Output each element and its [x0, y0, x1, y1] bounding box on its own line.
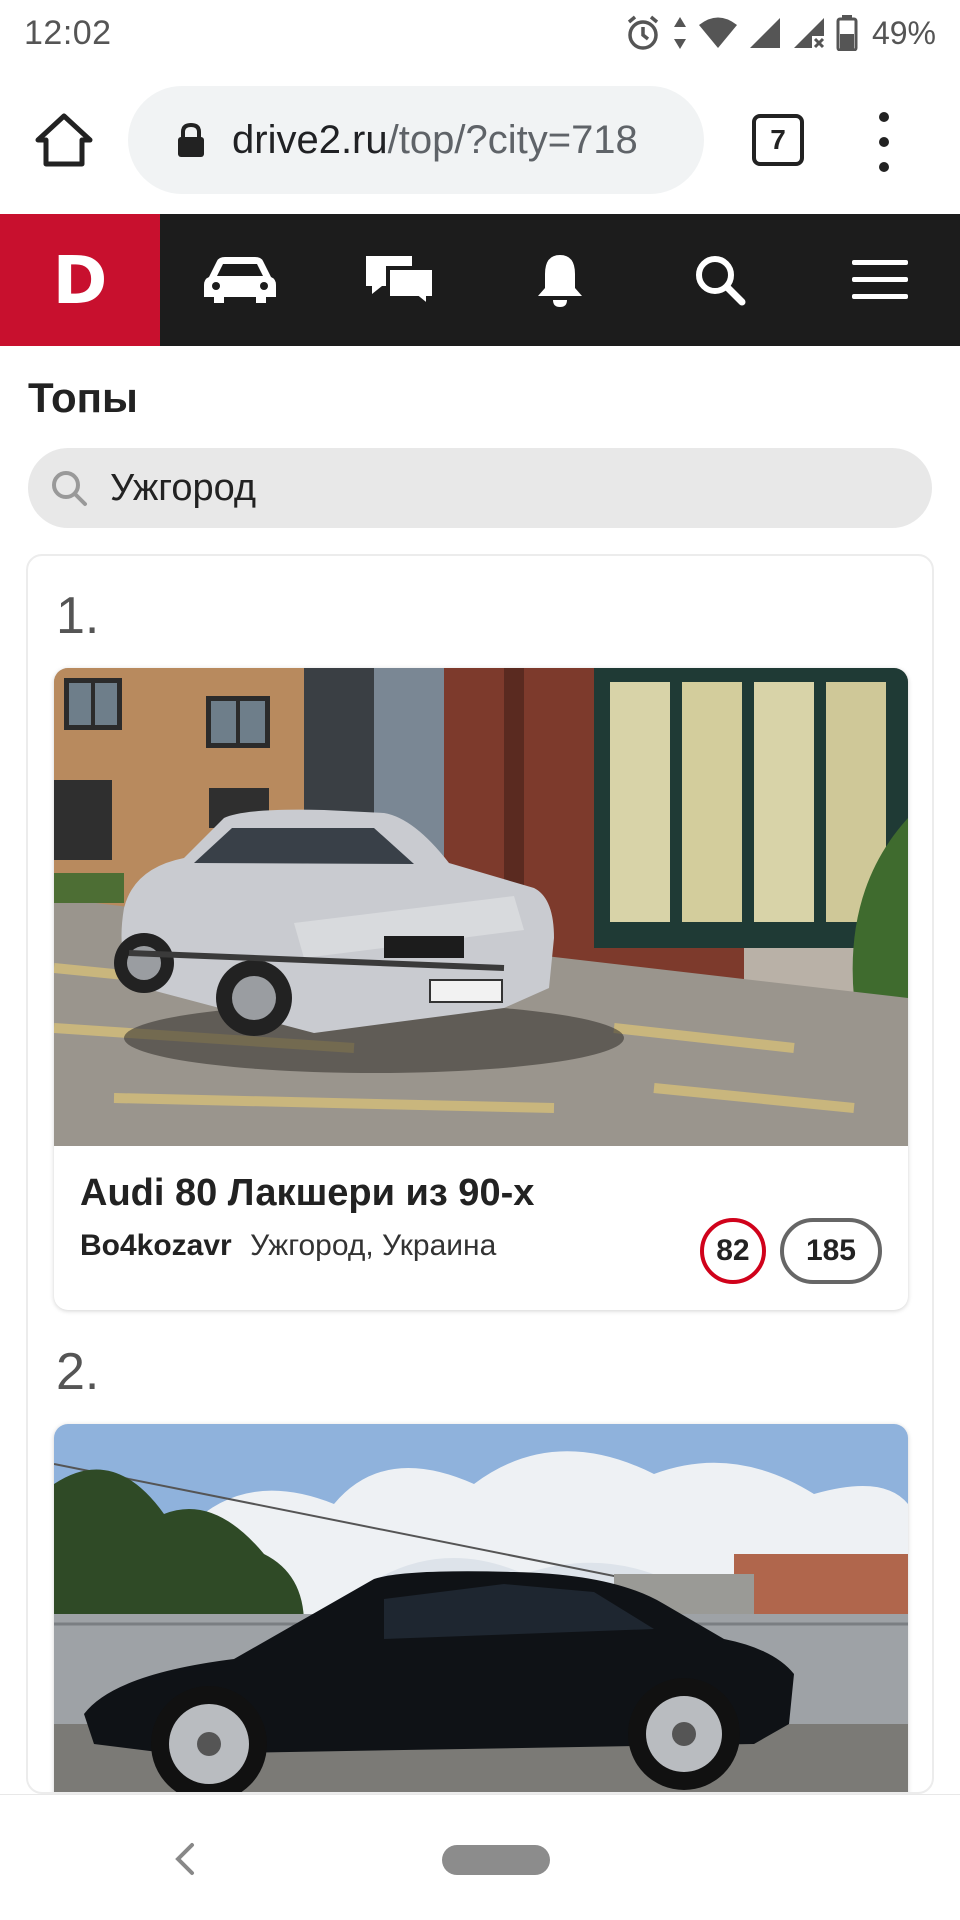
top-list: 1. Audi 80 Лакшери из 90-х Bo4kozavr Ужг…: [26, 554, 934, 1794]
car-icon: [204, 257, 276, 303]
rank-number: 2.: [56, 1343, 100, 1401]
page-title: Топы: [28, 374, 138, 421]
car-photo[interactable]: [54, 668, 908, 1146]
url-path: /top/?city=718: [387, 117, 638, 162]
battery-icon: [836, 15, 858, 51]
nav-search[interactable]: [640, 214, 800, 346]
top-entry-card[interactable]: [54, 1424, 908, 1794]
nav-menu[interactable]: [800, 214, 960, 346]
messages-icon: [366, 256, 436, 308]
lock-icon: [178, 122, 204, 157]
wifi-icon: [698, 17, 737, 48]
data-arrows-icon: [673, 17, 686, 49]
battery-percent: 49%: [871, 14, 936, 51]
nav-cars[interactable]: [160, 214, 320, 346]
bell-icon: [538, 255, 582, 307]
card-info: Audi 80 Лакшери из 90-х Bo4kozavr Ужгоро…: [54, 1146, 908, 1310]
address-bar[interactable]: drive2.ru/top/?city=718: [128, 86, 704, 194]
search-value: Ужгород: [110, 466, 257, 509]
home-gesture-pill[interactable]: [442, 1845, 550, 1875]
location-text: Ужгород, Украина: [250, 1229, 497, 1262]
card-badges: 82 185: [699, 1218, 882, 1284]
nav-notifications[interactable]: [480, 214, 640, 346]
tab-switcher-button[interactable]: 7: [752, 114, 804, 166]
search-icon: [52, 471, 87, 506]
system-navigation-bar: [0, 1794, 960, 1920]
status-bar: 12:02 49%: [0, 0, 960, 66]
card-title[interactable]: Audi 80 Лакшери из 90-х: [80, 1172, 882, 1215]
top-entry-card[interactable]: Audi 80 Лакшери из 90-х Bo4kozavr Ужгоро…: [54, 668, 908, 1310]
rank-number: 1.: [56, 587, 100, 645]
count-badge[interactable]: 185: [779, 1218, 882, 1284]
status-time: 12:02: [24, 13, 112, 52]
drive2-logo[interactable]: D: [0, 214, 160, 346]
search-icon: [696, 256, 746, 306]
likes-badge[interactable]: 82: [699, 1218, 766, 1284]
browser-menu-button[interactable]: [872, 112, 896, 172]
hamburger-menu-icon: [852, 260, 908, 299]
url-domain: drive2.ru: [232, 117, 388, 162]
signal-icon: [749, 18, 780, 48]
home-button[interactable]: [34, 112, 94, 168]
author-link[interactable]: Bo4kozavr: [80, 1229, 232, 1262]
alarm-icon: [627, 15, 659, 50]
city-search-field[interactable]: Ужгород: [28, 448, 932, 528]
car-photo[interactable]: [54, 1424, 908, 1794]
site-nav: D: [0, 214, 960, 346]
browser-toolbar: drive2.ru/top/?city=718 7: [0, 66, 960, 214]
nav-messages[interactable]: [320, 214, 480, 346]
home-icon: [35, 113, 93, 167]
url-text: drive2.ru/top/?city=718: [232, 118, 638, 163]
signal-noservice-icon: [793, 18, 825, 49]
back-icon[interactable]: [172, 1841, 196, 1877]
status-icons: 49%: [624, 14, 936, 52]
